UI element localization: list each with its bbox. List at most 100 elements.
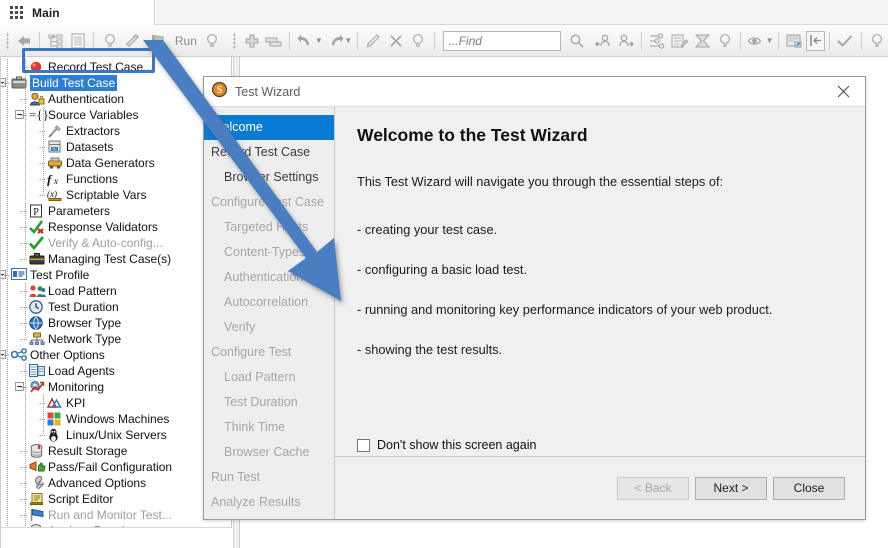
scriptable-var-icon: (x) <box>47 188 63 203</box>
back-arrow-icon[interactable] <box>13 29 36 53</box>
tree-item-browser-type[interactable]: Browser Type <box>1 315 231 331</box>
bulb-hint-icon-2[interactable] <box>201 29 224 53</box>
wizard-step-think-time[interactable]: Think Time <box>204 415 334 440</box>
bulb-hint-icon-3[interactable] <box>407 29 430 53</box>
user-prev-icon[interactable] <box>592 29 615 53</box>
tree-item-authentication[interactable]: Authentication <box>1 91 231 107</box>
tree-item-kpi[interactable]: KPI <box>1 395 231 411</box>
tab-strip: Main <box>0 0 888 25</box>
tree-item-record-test-case[interactable]: Record Test Case... <box>1 59 231 75</box>
tree-item-functions[interactable]: f x Functions <box>1 171 231 187</box>
bulb-hint-icon-5[interactable] <box>866 29 888 53</box>
dont-show-again-checkbox[interactable] <box>357 438 370 452</box>
dialog-title-bar[interactable]: S Test Wizard <box>204 77 865 107</box>
bulb-hint-icon-4[interactable] <box>714 29 737 53</box>
tree-item-windows-machines[interactable]: Windows Machines <box>1 411 231 427</box>
undo-icon[interactable] <box>294 29 317 53</box>
redo-dropdown-caret-icon[interactable]: ▼ <box>344 36 352 45</box>
redo-icon[interactable] <box>324 29 347 53</box>
tab-main[interactable]: Main <box>0 0 155 25</box>
wizard-step-browser-cache[interactable]: Browser Cache <box>204 440 334 465</box>
tree-item-load-agents[interactable]: Load Agents <box>1 363 231 379</box>
toolbar-grip-2[interactable] <box>231 31 239 50</box>
tree-item-test-profile[interactable]: Test Profile <box>1 267 231 283</box>
wizard-step-configure-test-case[interactable]: Configure Test Case <box>204 190 334 215</box>
wizard-step-verify[interactable]: Verify <box>204 315 334 340</box>
tree-item-result-storage[interactable]: Result Storage <box>1 443 231 459</box>
toolbar-separator-1 <box>39 31 41 50</box>
dont-show-again-row[interactable]: Don't show this screen again <box>357 438 536 452</box>
edit-list-icon[interactable] <box>669 29 692 53</box>
close-icon[interactable] <box>821 77 865 106</box>
edit-pencil-icon[interactable] <box>362 29 385 53</box>
svg-text:P: P <box>33 207 39 218</box>
search-icon[interactable] <box>565 29 588 53</box>
duplicate-icon[interactable] <box>263 29 286 53</box>
flag-run-icon[interactable] <box>143 29 172 53</box>
toolbar-separator-4 <box>357 31 359 50</box>
collapse-panel-icon[interactable] <box>805 30 826 51</box>
network-icon <box>29 332 45 347</box>
wizard-step-content-types[interactable]: Content-Types <box>204 240 334 265</box>
tree-horizontal-scrollbar[interactable] <box>0 527 232 548</box>
wizard-step-analyze-results[interactable]: Analyze Results <box>204 490 334 515</box>
list-icon[interactable] <box>67 29 90 53</box>
wizard-step-load-pattern[interactable]: Load Pattern <box>204 365 334 390</box>
wizard-step-welcome[interactable]: Welcome <box>204 115 334 140</box>
tree-item-data-generators[interactable]: Data Generators <box>1 155 231 171</box>
wizard-step-targeted-hosts[interactable]: Targeted Hosts <box>204 215 334 240</box>
wizard-step-browser-settings[interactable]: Browser Settings <box>204 165 334 190</box>
tree-item-datasets[interactable]: IN Datasets <box>1 139 231 155</box>
add-icon[interactable] <box>240 29 263 53</box>
parameter-p-icon: P <box>29 204 45 219</box>
search-input[interactable]: ...Find <box>442 30 562 51</box>
wizard-step-configure-test[interactable]: Configure Test <box>204 340 334 365</box>
tree-item-source-variables[interactable]: ={} Source Variables <box>1 107 231 123</box>
tree-item-label: Verify & Auto-config... <box>48 236 163 250</box>
wizard-step-authentication[interactable]: Authentication <box>204 265 334 290</box>
close-button[interactable]: Close <box>773 476 845 500</box>
tree-item-network-type[interactable]: Network Type <box>1 331 231 347</box>
run-label[interactable]: Run <box>173 34 201 48</box>
tree-item-pass-fail-configuration[interactable]: Pass/Fail Configuration <box>1 459 231 475</box>
wizard-step-test-duration[interactable]: Test Duration <box>204 390 334 415</box>
wizard-step-record-test-case[interactable]: Record Test Case <box>204 140 334 165</box>
back-button[interactable]: < Back <box>617 476 689 500</box>
toolbar-grip-1[interactable] <box>4 31 11 50</box>
tree-item-build-test-case[interactable]: Build Test Case <box>1 75 231 91</box>
user-next-icon[interactable] <box>615 29 638 53</box>
next-button[interactable]: Next > <box>695 476 767 500</box>
view-eye-icon[interactable] <box>745 29 768 53</box>
close-all-icon[interactable] <box>691 29 714 53</box>
tree-item-run-and-monitor-test[interactable]: Run and Monitor Test... <box>1 507 231 523</box>
checkmark-icon[interactable] <box>834 29 857 53</box>
delete-x-icon[interactable] <box>385 29 408 53</box>
tree-item-monitoring[interactable]: Monitoring <box>1 379 231 395</box>
navigation-tree-panel[interactable]: Record Test Case... Build Test Case Authen… <box>0 57 232 527</box>
toolbar-separator-5 <box>433 31 435 50</box>
tree-item-advanced-options[interactable]: Advanced Options <box>1 475 231 491</box>
tree-structure-icon[interactable] <box>44 29 67 53</box>
view-dropdown-caret-icon[interactable]: ▼ <box>766 36 774 45</box>
tree-item-managing-test-case-s[interactable]: Managing Test Case(s) <box>1 251 231 267</box>
bulb-hint-icon[interactable] <box>98 29 121 53</box>
wizard-step-run-test[interactable]: Run Test <box>204 465 334 490</box>
tree-connector <box>20 99 28 100</box>
filter-icon[interactable] <box>646 29 669 53</box>
tree-item-parameters[interactable]: P Parameters <box>1 203 231 219</box>
tree-item-verify-auto-config[interactable]: Verify & Auto-config... <box>1 235 231 251</box>
tree-item-scriptable-vars[interactable]: (x) Scriptable Vars <box>1 187 231 203</box>
tree-item-linux-unix-servers[interactable]: Linux/Unix Servers <box>1 427 231 443</box>
wizard-step-autocorrelation[interactable]: Autocorrelation <box>204 290 334 315</box>
tree-item-response-validators[interactable]: Response Validators <box>1 219 231 235</box>
tree-item-extractors[interactable]: Extractors <box>1 123 231 139</box>
snapshot-icon[interactable] <box>783 29 806 53</box>
tree-item-script-editor[interactable]: Script Editor <box>1 491 231 507</box>
tree-item-test-duration[interactable]: Test Duration <box>1 299 231 315</box>
tree-item-other-options[interactable]: Other Options <box>1 347 231 363</box>
dont-show-again-label: Don't show this screen again <box>377 438 537 452</box>
svg-text:={}: ={} <box>29 108 49 121</box>
undo-dropdown-caret-icon[interactable]: ▼ <box>315 36 323 45</box>
tree-item-load-pattern[interactable]: Load Pattern <box>1 283 231 299</box>
wand-icon[interactable] <box>121 29 144 53</box>
